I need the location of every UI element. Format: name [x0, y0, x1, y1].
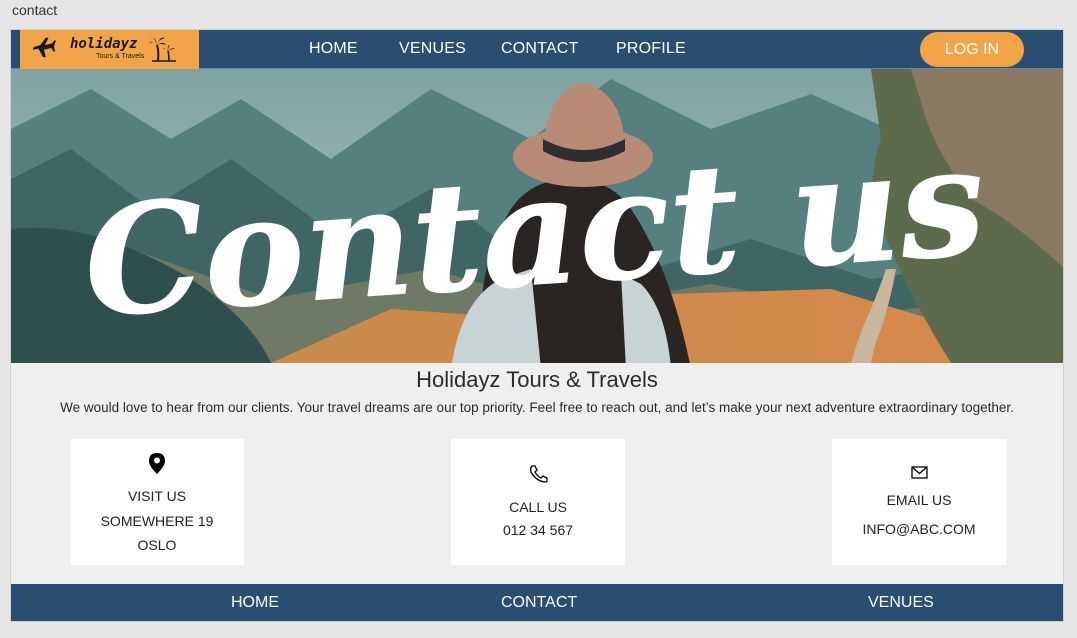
- call-number[interactable]: 012 34 567: [451, 522, 625, 538]
- call-card: CALL US 012 34 567: [451, 439, 625, 565]
- envelope-icon: [911, 466, 928, 479]
- call-label: CALL US: [509, 499, 567, 515]
- footer-nav-venues[interactable]: VENUES: [868, 594, 934, 612]
- location-pin-icon: [149, 453, 165, 474]
- page-frame: holidayz Tours & Travels HOME VENUES CON…: [10, 29, 1064, 622]
- nav-home[interactable]: HOME: [309, 40, 358, 58]
- airplane-icon: [32, 37, 56, 58]
- logo[interactable]: holidayz Tours & Travels: [20, 30, 199, 69]
- visit-label: VISIT US: [127, 488, 187, 504]
- email-label: EMAIL US: [886, 492, 952, 508]
- phone-icon: [530, 465, 548, 483]
- logo-title: holidayz: [70, 36, 138, 52]
- hero-image: Contact us: [11, 69, 1063, 363]
- logo-subtitle: Tours & Travels: [96, 53, 145, 60]
- visit-card: VISIT US SOMEWHERE 19 OSLO: [70, 439, 244, 565]
- footer-nav-home[interactable]: HOME: [231, 594, 279, 612]
- email-card: EMAIL US INFO@ABC.COM: [832, 439, 1006, 565]
- company-title: Holidayz Tours & Travels: [416, 367, 658, 392]
- palm-tree-icon: [149, 36, 176, 62]
- email-address[interactable]: INFO@ABC.COM: [832, 521, 1006, 537]
- intro-text: We would love to hear from our clients. …: [60, 400, 1014, 415]
- login-button[interactable]: LOG IN: [920, 32, 1024, 67]
- nav-venues[interactable]: VENUES: [399, 40, 466, 58]
- footer-nav-contact[interactable]: CONTACT: [501, 594, 577, 612]
- footer-bar: HOME CONTACT VENUES: [11, 584, 1063, 621]
- header-bar: holidayz Tours & Travels HOME VENUES CON…: [11, 30, 1063, 69]
- nav-profile[interactable]: PROFILE: [616, 40, 686, 58]
- hero-banner: Contact us: [11, 69, 1063, 363]
- visit-city: OSLO: [137, 537, 177, 553]
- visit-address: SOMEWHERE 19: [100, 513, 214, 529]
- nav-contact[interactable]: CONTACT: [501, 40, 579, 58]
- page-label: contact: [12, 2, 58, 18]
